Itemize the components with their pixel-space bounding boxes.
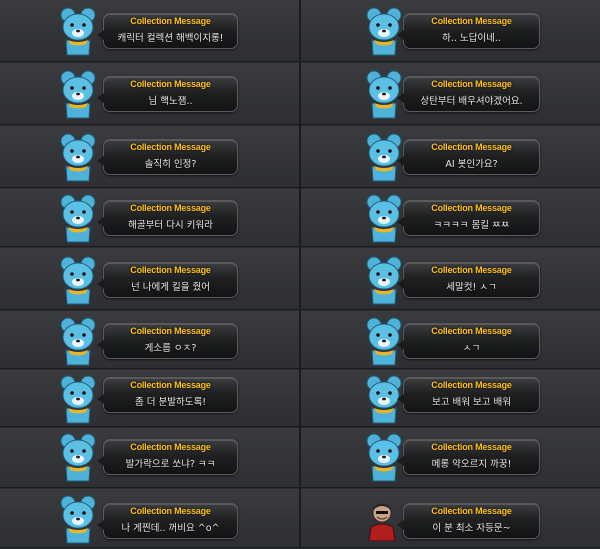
message-card[interactable]: Collection Message 좀 더 분발하도록! bbox=[0, 370, 299, 427]
bubble-title: Collection Message bbox=[130, 142, 211, 152]
speech-bubble: Collection Message 님 핵노잼.. bbox=[97, 76, 238, 112]
bubble-message: 메롱 약오르지 까꿍! bbox=[431, 459, 512, 470]
bear-icon bbox=[56, 133, 100, 183]
person-icon bbox=[367, 501, 397, 542]
message-card[interactable]: Collection Message 넌 나에게 킬을 줬어 bbox=[0, 248, 299, 310]
bubble-message: ㅅㄱ bbox=[462, 343, 481, 354]
bear-icon bbox=[56, 194, 100, 244]
bubble-message: 세말컷! ㅅㄱ bbox=[446, 282, 497, 293]
message-card[interactable]: Collection Message 세말컷! ㅅㄱ bbox=[301, 248, 600, 310]
bubble-message: 상탄부터 배우셔야겠어요. bbox=[420, 96, 523, 107]
bubble-message: 보고 배워 보고 배워 bbox=[432, 397, 511, 408]
bubble-message: 이 분 최소 자등문~ bbox=[432, 523, 511, 534]
bubble-message: 캐릭터 컬렉션 해백이지롱! bbox=[117, 33, 224, 44]
message-card[interactable]: Collection Message 이 분 최소 자등문~ bbox=[301, 489, 600, 548]
message-card[interactable]: Collection Message 나 게찐데.. 꺼비요 ^o^ bbox=[0, 489, 299, 548]
message-card[interactable]: Collection Message 발가락으로 쏘냐? ㅋㅋ bbox=[0, 428, 299, 488]
speech-bubble: Collection Message 발가락으로 쏘냐? ㅋㅋ bbox=[97, 439, 238, 475]
speech-bubble: Collection Message AI 봇인가요? bbox=[397, 139, 540, 175]
message-card[interactable]: Collection Message AI 봇인가요? bbox=[301, 126, 600, 188]
bubble-title: Collection Message bbox=[130, 79, 211, 89]
speech-bubble: Collection Message 넌 나에게 킬을 줬어 bbox=[97, 262, 238, 298]
message-card[interactable]: Collection Message ㅅㄱ bbox=[301, 311, 600, 369]
bubble-title: Collection Message bbox=[130, 326, 211, 336]
bubble-title: Collection Message bbox=[130, 442, 211, 452]
bubble-title: Collection Message bbox=[431, 326, 512, 336]
message-card[interactable]: Collection Message 솔직히 인정? bbox=[0, 126, 299, 188]
bear-icon bbox=[56, 7, 100, 57]
bubble-title: Collection Message bbox=[431, 442, 512, 452]
speech-bubble: Collection Message 보고 배워 보고 배워 bbox=[397, 377, 540, 413]
speech-bubble: Collection Message 솔직히 인정? bbox=[97, 139, 238, 175]
bear-icon bbox=[56, 495, 100, 545]
bubble-title: Collection Message bbox=[431, 380, 512, 390]
bubble-title: Collection Message bbox=[130, 506, 211, 516]
bubble-message: ㅋㅋㅋㅋ 몸킬 ㅉㅉ bbox=[433, 220, 510, 231]
speech-bubble: Collection Message 상탄부터 배우셔야겠어요. bbox=[397, 76, 540, 112]
bubble-message: 솔직히 인정? bbox=[144, 159, 197, 170]
message-card[interactable]: Collection Message 님 핵노잼.. bbox=[0, 63, 299, 125]
bubble-message: 발가락으로 쏘냐? ㅋㅋ bbox=[125, 459, 216, 470]
bubble-title: Collection Message bbox=[431, 265, 512, 275]
bubble-title: Collection Message bbox=[130, 16, 211, 26]
speech-bubble: Collection Message 해골부터 다시 키워라 bbox=[97, 200, 238, 236]
bubble-title: Collection Message bbox=[130, 203, 211, 213]
bubble-message: 하.. 노답이네.. bbox=[442, 33, 501, 44]
message-card[interactable]: Collection Message 캐릭터 컬렉션 해백이지롱! bbox=[0, 0, 299, 62]
message-card[interactable]: Collection Message 상탄부터 배우셔야겠어요. bbox=[301, 63, 600, 125]
speech-bubble: Collection Message 세말컷! ㅅㄱ bbox=[397, 262, 540, 298]
bear-icon bbox=[56, 256, 100, 306]
bubble-title: Collection Message bbox=[431, 16, 512, 26]
speech-bubble: Collection Message 이 분 최소 자등문~ bbox=[397, 503, 540, 539]
speech-bubble: Collection Message 게소름 ㅇㅈ? bbox=[97, 323, 238, 359]
speech-bubble: Collection Message 캐릭터 컬렉션 해백이지롱! bbox=[97, 13, 238, 49]
bubble-message: 게소름 ㅇㅈ? bbox=[144, 343, 197, 354]
speech-bubble: Collection Message ㅋㅋㅋㅋ 몸킬 ㅉㅉ bbox=[397, 200, 540, 236]
message-card[interactable]: Collection Message 해골부터 다시 키워라 bbox=[0, 189, 299, 247]
bubble-title: Collection Message bbox=[130, 265, 211, 275]
bubble-title: Collection Message bbox=[130, 380, 211, 390]
bubble-message: 나 게찐데.. 꺼비요 ^o^ bbox=[121, 523, 220, 534]
speech-bubble: Collection Message 메롱 약오르지 까꿍! bbox=[397, 439, 540, 475]
bubble-message: 넌 나에게 킬을 줬어 bbox=[131, 282, 210, 293]
message-card[interactable]: Collection Message 보고 배워 보고 배워 bbox=[301, 370, 600, 427]
message-card[interactable]: Collection Message 게소름 ㅇㅈ? bbox=[0, 311, 299, 369]
speech-bubble: Collection Message 하.. 노답이네.. bbox=[397, 13, 540, 49]
bear-icon bbox=[56, 70, 100, 120]
message-card[interactable]: Collection Message 하.. 노답이네.. bbox=[301, 0, 600, 62]
message-card[interactable]: Collection Message 메롱 약오르지 까꿍! bbox=[301, 428, 600, 488]
bubble-title: Collection Message bbox=[431, 203, 512, 213]
speech-bubble: Collection Message 좀 더 분발하도록! bbox=[97, 377, 238, 413]
speech-bubble: Collection Message 나 게찐데.. 꺼비요 ^o^ bbox=[97, 503, 238, 539]
bear-icon bbox=[56, 375, 100, 425]
bubble-message: AI 봇인가요? bbox=[445, 159, 498, 170]
speech-bubble: Collection Message ㅅㄱ bbox=[397, 323, 540, 359]
bear-icon bbox=[56, 433, 100, 483]
message-card[interactable]: Collection Message ㅋㅋㅋㅋ 몸킬 ㅉㅉ bbox=[301, 189, 600, 247]
bubble-title: Collection Message bbox=[431, 79, 512, 89]
bubble-title: Collection Message bbox=[431, 142, 512, 152]
collection-message-grid: Collection Message 캐릭터 컬렉션 해백이지롱! Collec… bbox=[0, 0, 600, 548]
bear-icon bbox=[56, 317, 100, 367]
bubble-message: 님 핵노잼.. bbox=[148, 96, 193, 107]
bubble-title: Collection Message bbox=[431, 506, 512, 516]
bubble-message: 해골부터 다시 키워라 bbox=[128, 220, 213, 231]
bubble-message: 좀 더 분발하도록! bbox=[134, 397, 207, 408]
